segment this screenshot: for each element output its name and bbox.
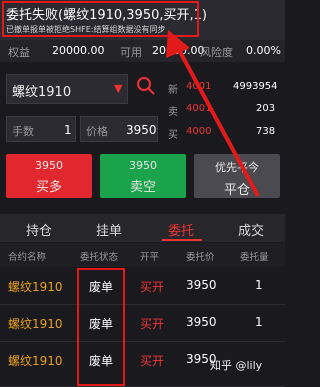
quote-sell-label: 卖 [168,107,178,118]
contract-name: 螺纹1910 [12,85,72,100]
quote-sell-price: 4001 [186,103,212,114]
sell-short-button[interactable]: 3950 卖空 [100,154,186,198]
cell-price: 3950 [186,315,217,329]
tab-pending[interactable]: 挂单 [96,220,122,239]
quote-buy-volume: 738 [256,126,276,137]
quote-sell-volume: 203 [256,103,276,114]
quantity-value: 1 [64,123,72,137]
search-button[interactable] [134,74,158,98]
header-qty: 委托量 [240,252,269,263]
close-button-label: 平仓 [223,183,250,198]
price-value: 3950 [126,123,157,137]
cell-contract: 螺纹1910 [8,317,63,331]
close-position-button[interactable]: 优先平今 平仓 [194,154,280,198]
cell-open-close: 买开 [140,354,165,368]
tab-trades[interactable]: 成交 [238,220,264,239]
cell-contract: 螺纹1910 [8,280,63,294]
header-status: 委托状态 [80,252,119,263]
equity-label: 权益 [8,46,30,59]
header-price: 委托价 [186,252,215,263]
cell-qty: 1 [255,278,263,292]
active-tab-indicator [162,239,202,241]
cell-open-close: 买开 [140,280,165,294]
risk-value: 0.00% [246,44,281,57]
cell-price: 3950 [186,278,217,292]
account-bar: 权益 20000.00 可用 20000.00 风险度 0.00% [0,40,285,62]
sell-button-price: 3950 [129,159,157,172]
highlight-box-notice [2,1,199,37]
watermark: 知乎 @lily [210,359,263,372]
order-form: 螺纹1910 ▼ 新 4001 4993954 卖 4001 203 买 400… [0,62,285,212]
quote-last-price: 4001 [186,81,212,92]
quantity-label: 手数 [12,125,34,138]
sell-button-label: 卖空 [129,180,156,195]
close-button-mode: 优先平今 [215,161,259,174]
tab-positions[interactable]: 持仓 [26,220,52,239]
quote-last-value: 4993954 [233,81,278,92]
quote-last-label: 新 [168,85,178,96]
quote-buy-label: 买 [168,130,178,141]
price-label: 价格 [86,125,108,138]
cell-open-close: 买开 [140,317,165,331]
cell-contract: 螺纹1910 [8,354,63,368]
tab-orders[interactable]: 委托 [168,220,194,239]
risk-label: 风险度 [200,46,233,59]
buy-button-price: 3950 [35,159,63,172]
available-label: 可用 [120,46,142,59]
header-contract: 合约名称 [8,252,47,263]
available-value: 20000.00 [152,44,205,57]
search-icon [137,77,155,95]
header-open-close: 开平 [140,252,160,263]
tab-bar: 持仓 挂单 委托 成交 [0,214,285,242]
buy-long-button[interactable]: 3950 买多 [6,154,92,198]
quote-buy-price: 4000 [186,126,212,137]
dropdown-triangle-icon: ▼ [114,82,123,95]
buy-button-label: 买多 [35,180,62,195]
equity-value: 20000.00 [52,44,105,57]
table-header: 合约名称 委托状态 开平 委托价 委托量 [0,243,285,267]
highlight-box-status [77,268,125,386]
table-row[interactable]: 螺纹1910 废单 买开 3950 1 [0,305,285,342]
cell-qty: 1 [255,315,263,329]
table-row[interactable]: 螺纹1910 废单 买开 3950 1 [0,268,285,305]
